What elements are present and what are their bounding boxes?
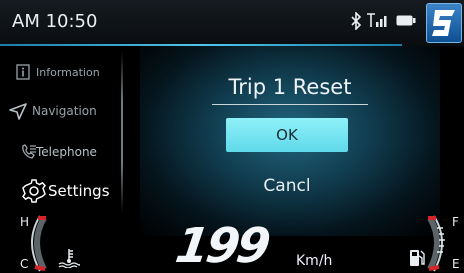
fuel-gauge: [427, 215, 445, 272]
sidebar-item-label: Settings: [48, 182, 110, 200]
speed-readout: 199: [172, 218, 272, 273]
navigation-icon: [9, 103, 27, 120]
clock: AM 10:50: [12, 11, 98, 32]
logo-icon: [426, 3, 462, 43]
cluster-screen: AM 10:50 Information Navigation Telephon…: [0, 0, 464, 273]
info-icon: [16, 64, 30, 80]
dialog-title-underline: [212, 104, 368, 105]
temperature-high-label: H: [20, 215, 30, 229]
sidebar-item-label: Information: [36, 66, 100, 79]
fuel-empty-label: E: [452, 257, 460, 271]
fuel-pump-icon: [410, 250, 425, 266]
sidebar-divider: [121, 52, 123, 212]
ok-button[interactable]: OK: [226, 118, 348, 152]
gear-icon: [22, 179, 46, 203]
speed-unit: Km/h: [296, 253, 333, 269]
fuel-full-label: F: [452, 215, 459, 229]
temperature-low-label: C: [20, 257, 29, 271]
coolant-temperature-icon: [58, 249, 80, 268]
bluetooth-icon: [351, 12, 362, 30]
sidebar-item-label: Navigation: [32, 104, 97, 118]
cancel-button[interactable]: Cancl: [226, 176, 348, 196]
sidebar-item-label: Telephone: [36, 145, 97, 159]
sidebar-menu: Information Navigation Telephone Setting…: [0, 50, 122, 215]
dialog-title: Trip 1 Reset: [228, 75, 352, 99]
battery-icon: [396, 15, 416, 26]
signal-icon: [367, 13, 387, 27]
